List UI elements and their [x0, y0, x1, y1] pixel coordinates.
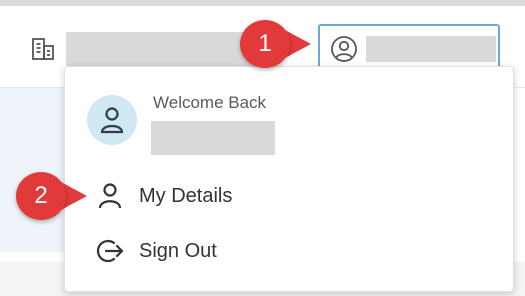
- avatar: [87, 95, 137, 145]
- account-dropdown-menu: Welcome Back My Details Sign Out: [64, 66, 514, 292]
- menu-item-label: Sign Out: [139, 239, 217, 262]
- welcome-text: Welcome Back: [153, 93, 267, 112]
- account-name-redacted: [366, 36, 496, 62]
- menu-item-label: My Details: [139, 184, 233, 207]
- user-icon: [100, 107, 124, 134]
- user-icon: [98, 183, 122, 209]
- menu-item-sign-out[interactable]: Sign Out: [95, 234, 395, 268]
- user-circle-icon: [330, 35, 358, 63]
- menu-item-my-details[interactable]: My Details: [95, 179, 395, 213]
- account-menu-button[interactable]: [318, 24, 500, 72]
- user-name-redacted: [151, 121, 275, 155]
- sign-out-icon: [96, 239, 124, 263]
- building-icon[interactable]: [30, 36, 56, 62]
- organization-name-redacted[interactable]: [66, 32, 254, 66]
- step-1-badge: 1: [240, 20, 290, 68]
- step-2-badge: 2: [16, 172, 66, 220]
